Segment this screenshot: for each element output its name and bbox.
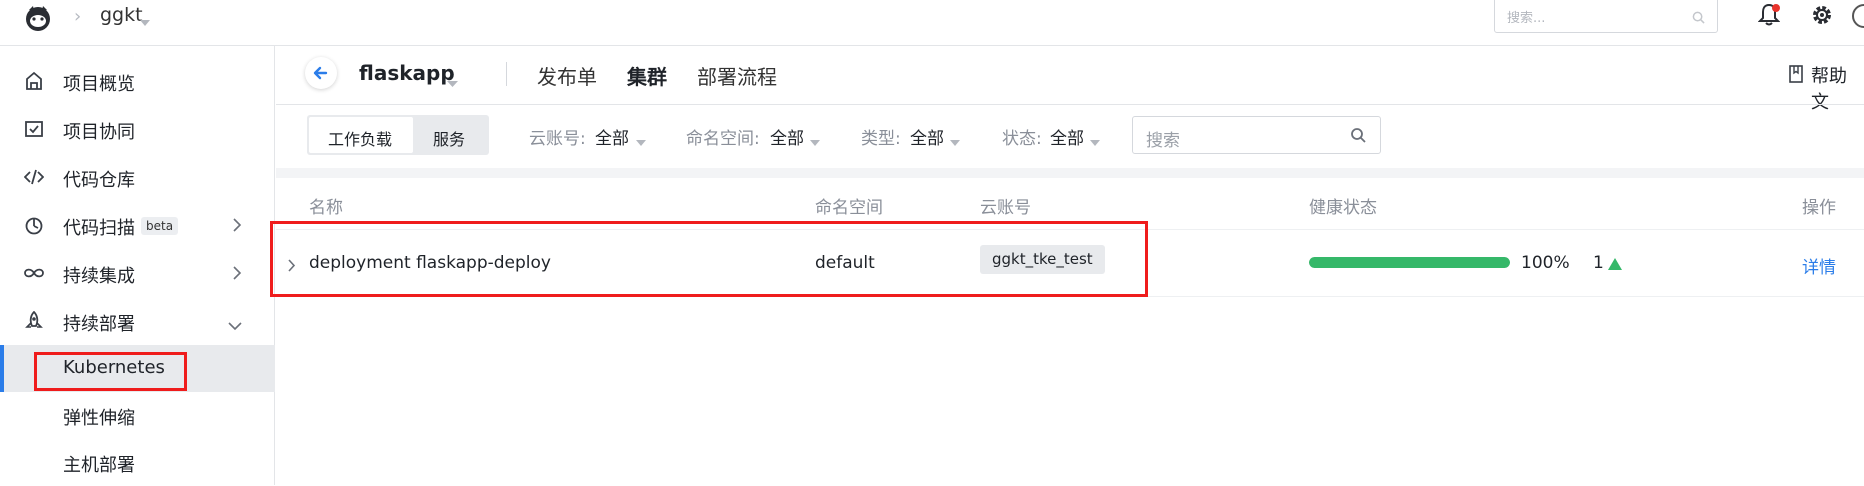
sidebar-item-label: 项目协同 [63, 122, 135, 143]
column-header-name: 名称 [309, 198, 343, 218]
workload-search-input[interactable]: 搜索 [1132, 116, 1381, 154]
tab-deploy-flow[interactable]: 部署流程 [697, 61, 777, 90]
filter-namespace-value[interactable]: 全部 [770, 124, 804, 149]
breadcrumb-separator: › [74, 6, 82, 27]
rocket-icon [24, 310, 44, 331]
filter-cloud-account-value[interactable]: 全部 [595, 124, 629, 149]
filter-status-value[interactable]: 全部 [1050, 124, 1084, 149]
global-search-input[interactable]: 搜索... [1494, 0, 1718, 33]
sidebar-item-collaboration[interactable]: 项目协同 [0, 105, 275, 153]
sidebar-item-ci[interactable]: 持续集成 [0, 249, 275, 297]
sidebar-item-cd[interactable]: 持续部署 [0, 297, 275, 345]
chevron-down-icon[interactable] [447, 73, 458, 92]
replica-count: 1 [1593, 253, 1604, 273]
filter-namespace-label: 命名空间: [686, 129, 760, 149]
app-name[interactable]: flaskapp [359, 61, 455, 85]
sidebar-item-code-scan[interactable]: 代码扫描 beta [0, 201, 275, 249]
back-button[interactable] [305, 57, 337, 89]
filter-cloud-account-label: 云账号: [529, 129, 586, 149]
filter-type-label: 类型: [861, 129, 901, 149]
sidebar-item-overview[interactable]: 项目概览 [0, 57, 275, 105]
sidebar: 项目概览 项目协同 代码仓库 代码扫描 beta 持续集成 持续部署 Kuber… [0, 46, 275, 485]
sidebar-subitem-host-deploy[interactable]: 主机部署 [0, 439, 275, 486]
kubernetes-highlight-box [34, 352, 187, 391]
column-header-cloud-account: 云账号 [980, 198, 1031, 218]
column-header-actions: 操作 [1802, 198, 1836, 218]
tab-release[interactable]: 发布单 [537, 61, 597, 90]
workload-search-placeholder: 搜索 [1146, 131, 1180, 151]
sidebar-subitem-label: 主机部署 [63, 455, 135, 476]
arrow-left-icon [313, 66, 328, 80]
search-icon[interactable] [1350, 127, 1366, 147]
sidebar-item-repo[interactable]: 代码仓库 [0, 153, 275, 201]
health-progress-fill [1309, 257, 1510, 268]
column-header-health: 健康状态 [1309, 198, 1377, 218]
health-percent: 100% [1521, 253, 1570, 273]
infinity-icon [24, 263, 44, 283]
sidebar-item-label: 项目概览 [63, 74, 135, 95]
filter-type-value[interactable]: 全部 [910, 124, 944, 149]
sidebar-subitem-label: 弹性伸缩 [63, 408, 135, 429]
triangle-up-icon [1607, 256, 1623, 275]
section-gap [276, 168, 1864, 178]
sidebar-subitem-autoscaling[interactable]: 弹性伸缩 [0, 392, 275, 439]
code-icon [23, 167, 45, 187]
column-header-namespace: 命名空间 [815, 198, 883, 218]
logo-icon[interactable] [20, 2, 56, 34]
top-bar: › ggkt 搜索... [0, 0, 1864, 46]
sidebar-item-label: 代码仓库 [63, 170, 135, 191]
avatar[interactable] [1852, 4, 1864, 28]
sidebar-item-label: 代码扫描 [63, 218, 135, 239]
chevron-down-icon[interactable] [810, 131, 820, 150]
toggle-service[interactable]: 服务 [433, 126, 465, 150]
chevron-down-icon[interactable] [950, 131, 960, 150]
row-details-link[interactable]: 详情 [1802, 253, 1836, 278]
filter-status-label: 状态: [1002, 129, 1042, 149]
help-docs-link[interactable]: 帮助文 [1811, 62, 1864, 114]
row-highlight-box [270, 221, 1148, 297]
toggle-workload[interactable]: 工作负载 [328, 126, 392, 150]
checkbox-icon [24, 119, 44, 139]
chevron-down-icon[interactable] [636, 131, 646, 150]
chevron-down-icon[interactable] [140, 12, 150, 31]
gear-icon[interactable] [1810, 3, 1834, 31]
book-icon [1789, 65, 1803, 87]
beta-badge: beta [141, 217, 179, 235]
health-progress-bar [1309, 257, 1510, 268]
tab-cluster[interactable]: 集群 [627, 61, 667, 90]
project-name[interactable]: ggkt [100, 4, 143, 26]
sidebar-item-label: 持续集成 [63, 266, 135, 287]
home-icon [24, 71, 44, 91]
scan-icon [24, 215, 44, 235]
header-divider-line [276, 104, 1864, 105]
search-icon[interactable] [1692, 9, 1705, 28]
header-divider [506, 62, 507, 86]
global-search-placeholder: 搜索... [1507, 11, 1546, 26]
chevron-down-icon [228, 316, 242, 335]
notification-dot [1772, 4, 1780, 12]
chevron-right-icon [232, 217, 242, 236]
chevron-down-icon[interactable] [1090, 131, 1100, 150]
chevron-right-icon [232, 265, 242, 284]
sidebar-item-label: 持续部署 [63, 314, 135, 335]
